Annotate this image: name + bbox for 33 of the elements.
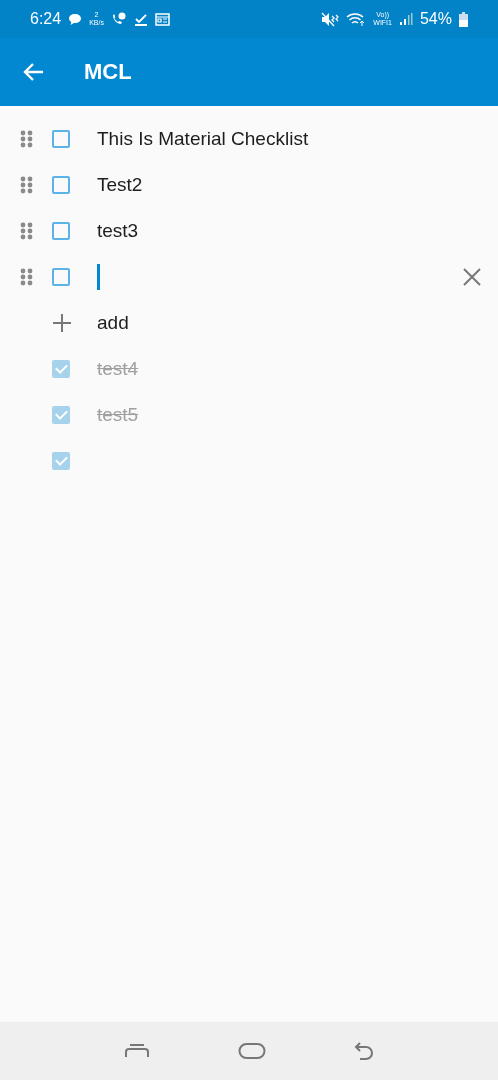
drag-handle-icon[interactable]	[20, 222, 34, 240]
checkbox[interactable]	[52, 452, 70, 470]
mute-icon	[321, 11, 340, 27]
calendar-icon	[154, 12, 170, 26]
wifi-icon	[346, 11, 367, 27]
signal-icon	[398, 12, 413, 26]
drag-handle-icon[interactable]	[20, 268, 34, 286]
checkbox[interactable]	[52, 222, 70, 240]
checkbox[interactable]	[52, 176, 70, 194]
home-icon[interactable]	[238, 1042, 266, 1060]
battery-icon	[459, 11, 468, 27]
screen-title: MCL	[84, 59, 132, 85]
checkbox[interactable]	[52, 360, 70, 378]
clock: 6:24	[30, 10, 62, 28]
close-icon[interactable]	[462, 267, 482, 287]
checkbox[interactable]	[52, 130, 70, 148]
add-item-button[interactable]: add	[97, 312, 129, 334]
battery-percent: 54%	[419, 10, 452, 28]
item-text[interactable]: Test2	[97, 174, 143, 196]
recents-icon[interactable]	[124, 1043, 150, 1059]
item-text[interactable]: This Is Material Checklist	[97, 128, 309, 150]
item-text[interactable]: test3	[97, 220, 139, 242]
check-icon	[133, 12, 148, 26]
phone-icon	[110, 12, 127, 26]
checkbox[interactable]	[52, 268, 70, 286]
text-cursor	[97, 264, 100, 290]
back-arrow-icon[interactable]	[22, 62, 44, 82]
drag-handle-icon[interactable]	[20, 130, 34, 148]
drag-handle-icon[interactable]	[20, 176, 34, 194]
back-icon[interactable]	[354, 1041, 374, 1061]
checkbox[interactable]	[52, 406, 70, 424]
plus-icon[interactable]	[52, 313, 72, 333]
chat-icon	[68, 12, 83, 26]
